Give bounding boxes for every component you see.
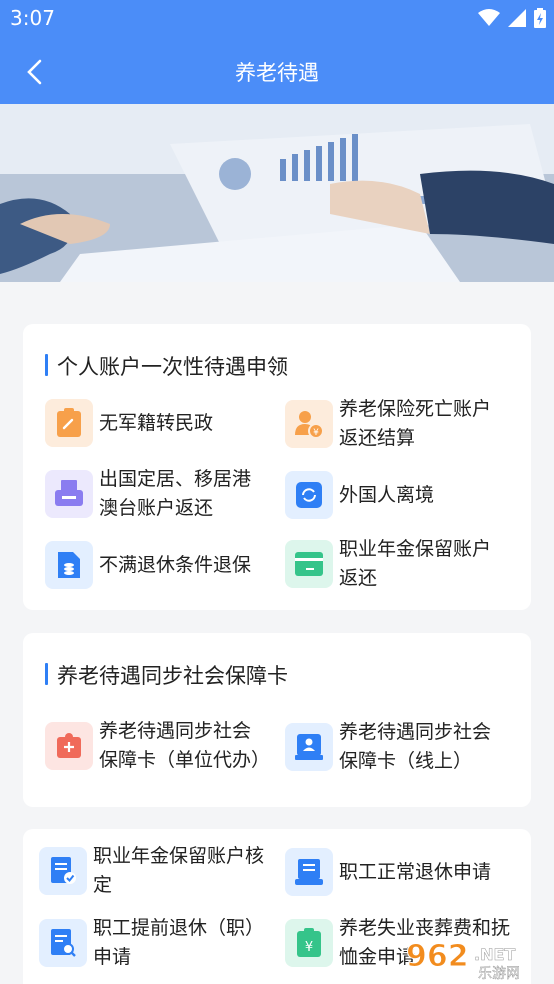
svg-text:962: 962 (406, 939, 469, 974)
service-item-label: 不满退休条件退保 (99, 553, 252, 576)
banner-illustration (0, 104, 554, 282)
service-item-annuity-account-refund[interactable]: 职业年金保留账户返还 (285, 534, 515, 594)
service-item-label: 养老待遇同步社会保障卡（单位代办） (99, 720, 271, 771)
service-item-military-to-civil[interactable]: 无军籍转民政 (45, 398, 265, 448)
service-item-foreigner-exit[interactable]: 外国人离境 (285, 470, 505, 520)
refresh-icon (285, 471, 333, 519)
service-item-normal-retirement[interactable]: 职工正常退休申请 (285, 847, 525, 897)
nav-bar: 养老待遇 (0, 38, 554, 104)
service-item-label: 职工正常退休申请 (339, 860, 492, 883)
service-item-early-retirement[interactable]: 职工提前退休（职）申请 (39, 913, 275, 973)
id-card-icon (285, 723, 333, 771)
document-list-icon (285, 848, 333, 896)
section-title: 养老待遇同步社会保障卡 (45, 660, 288, 690)
section-card-social-security-card: 养老待遇同步社会保障卡 养老待遇同步社会保障卡（单位代办） 养老待遇同步社会保障… (23, 633, 531, 807)
document-search-icon (39, 919, 87, 967)
svg-text:¥: ¥ (313, 428, 319, 438)
clipboard-yen-icon: ¥ (285, 919, 333, 967)
watermark-logo: 962 .NET 乐游网 (398, 932, 548, 983)
card-icon (285, 540, 333, 588)
service-item-annuity-account-check[interactable]: 职业年金保留账户核定 (39, 841, 275, 901)
service-item-death-account-refund[interactable]: ¥ 养老保险死亡账户返还结算 (285, 394, 515, 454)
service-item-overseas-refund[interactable]: 出国定居、移居港澳台账户返还 (45, 464, 275, 524)
service-item-label: 职工提前退休（职）申请 (93, 917, 265, 968)
banner-image (0, 104, 554, 282)
service-item-surrender-insurance[interactable]: 不满退休条件退保 (45, 540, 285, 590)
page-title: 养老待遇 (235, 61, 319, 85)
person-money-icon: ¥ (285, 400, 333, 448)
service-item-card-sync-unit[interactable]: 养老待遇同步社会保障卡（单位代办） (45, 701, 285, 791)
status-icons (478, 8, 546, 28)
service-item-label: 出国定居、移居港澳台账户返还 (99, 468, 252, 519)
signal-icon (508, 9, 526, 27)
section-title: 个人账户一次性待遇申领 (45, 351, 288, 381)
section-card-lump-sum: 个人账户一次性待遇申领 无军籍转民政 ¥ 养老保险死亡账户返还结算 出国定居、移… (23, 324, 531, 610)
service-item-label: 无军籍转民政 (99, 411, 214, 434)
svg-text:¥: ¥ (305, 940, 313, 955)
service-item-label: 职业年金保留账户返还 (339, 538, 492, 589)
printer-document-icon (45, 470, 93, 518)
svg-text:.NET: .NET (474, 945, 515, 964)
status-bar: 3:07 (0, 0, 554, 38)
service-item-label: 职业年金保留账户核定 (93, 845, 265, 896)
document-check-icon (39, 847, 87, 895)
service-item-card-sync-online[interactable]: 养老待遇同步社会保障卡（线上） (285, 717, 515, 777)
service-item-label: 养老待遇同步社会保障卡（线上） (339, 721, 492, 772)
clipboard-icon (45, 399, 93, 447)
svg-text:乐游网: 乐游网 (478, 966, 520, 982)
battery-icon (534, 8, 546, 28)
puzzle-icon (45, 722, 93, 770)
service-item-label: 外国人离境 (339, 483, 435, 506)
service-item-label: 养老保险死亡账户返还结算 (339, 398, 492, 449)
wifi-icon (478, 9, 500, 26)
document-coins-icon (45, 541, 93, 589)
status-time: 3:07 (10, 6, 55, 30)
